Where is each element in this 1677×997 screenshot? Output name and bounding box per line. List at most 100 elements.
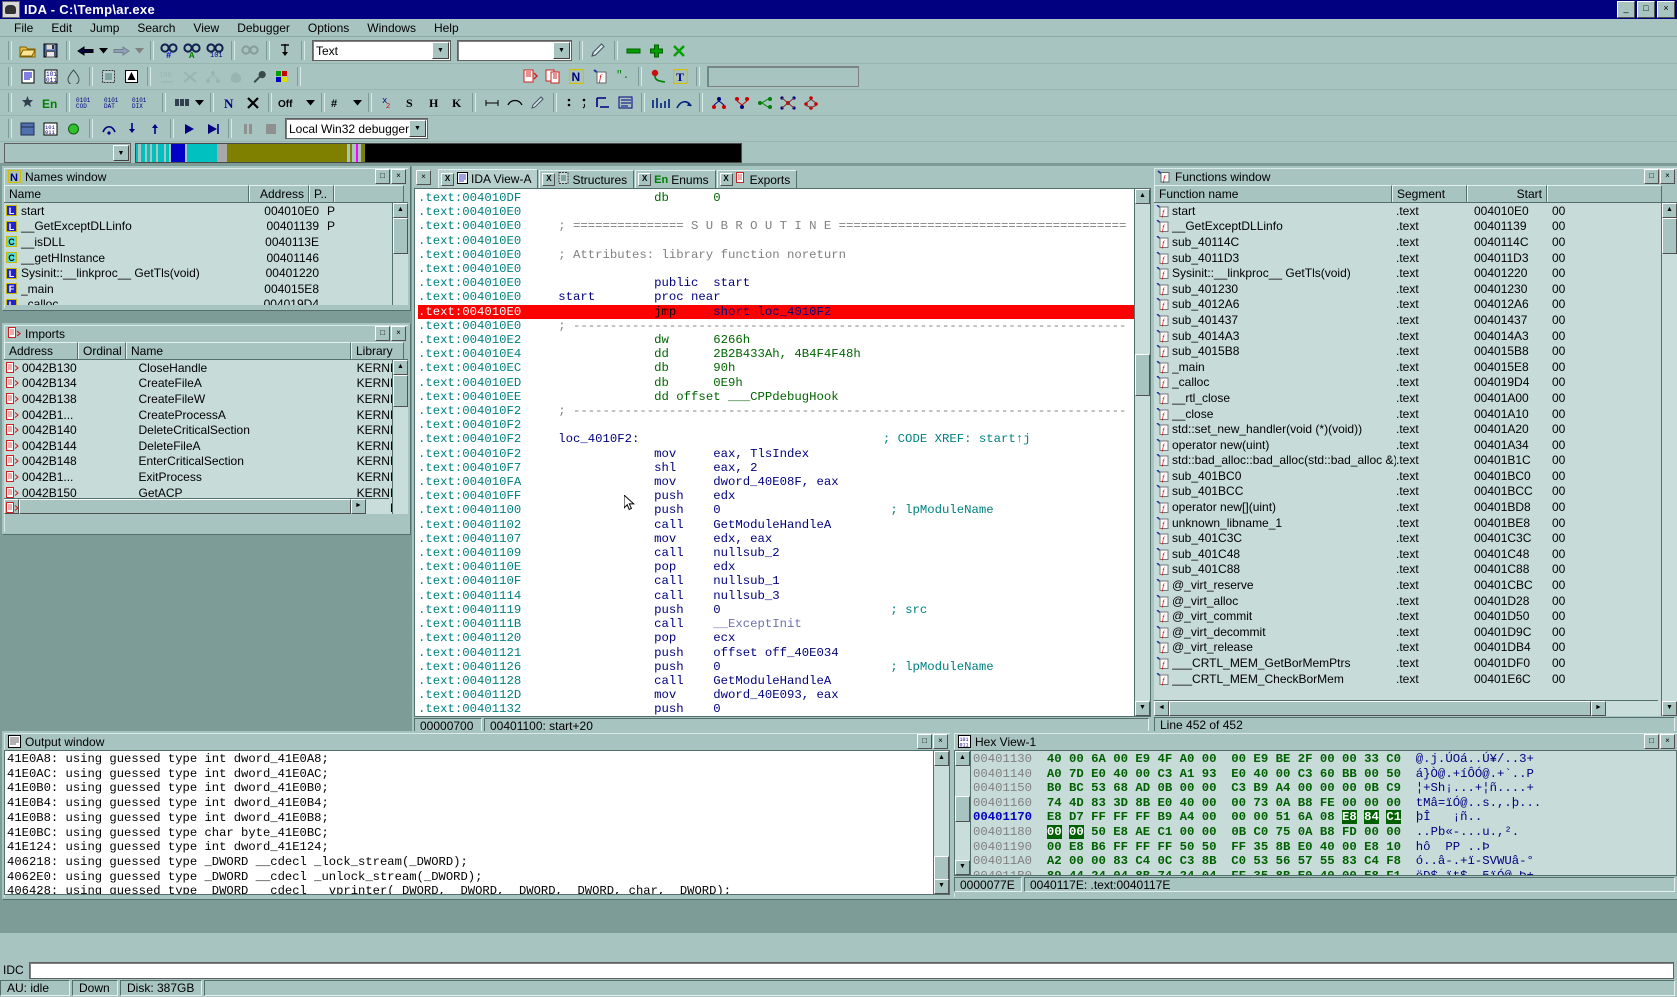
imports-hscroll-thumb[interactable]: [19, 499, 351, 514]
names-row[interactable]: C __getHInstance 00401146: [4, 250, 408, 266]
idc-input[interactable]: [29, 961, 1674, 979]
line-operands[interactable]: edx: [713, 560, 735, 574]
imports-window-titlebar[interactable]: Imports □ ×: [4, 325, 408, 342]
functions-row[interactable]: f operator new(uint) .text 00401A34 00: [1154, 437, 1677, 453]
functions-scroll-thumb[interactable]: [1662, 218, 1677, 254]
signatures-icon[interactable]: [647, 66, 668, 87]
chevron-down-icon[interactable]: ▼: [409, 120, 426, 137]
disassembly-line[interactable]: .text:004010FA mov dword_40E08F, eax: [418, 475, 1134, 489]
disassembly-line[interactable]: .text:004010EC db 90h: [418, 361, 1134, 375]
open-names-window-icon[interactable]: N: [566, 66, 587, 87]
scroll-up-icon[interactable]: ▲: [1662, 203, 1677, 218]
imports-col-library[interactable]: Library: [351, 342, 404, 359]
hex-bytes[interactable]: 00 E8 B6 FF FF FF 50 50 FF 35 8B E0 40 0…: [1047, 840, 1401, 854]
names-row[interactable]: L Sysinit::__linkproc__ GetTls(void) 00401…: [4, 265, 408, 281]
line-operands[interactable]: offset off_40E034: [713, 646, 838, 660]
char-operand-icon[interactable]: x2: [377, 92, 398, 113]
close-button[interactable]: ×: [1657, 1, 1675, 18]
functions-row[interactable]: f start .text 004010E0 00: [1154, 203, 1677, 219]
chevron-down-icon[interactable]: ▼: [432, 42, 449, 59]
disassembly-line[interactable]: .text:004010E0 ; Attributes: library fun…: [418, 248, 1134, 262]
hex-bytes[interactable]: 89 44 24 04 8B 74 24 04 FF 35 8B E0 40 0…: [1047, 869, 1401, 875]
functions-row[interactable]: f _calloc .text 004019D4 00: [1154, 375, 1677, 391]
hex-row[interactable]: 00401180 00 00 50 E8 AE C1 00 00 0B C0 7…: [973, 824, 1660, 840]
line-label[interactable]: loc_4010F2:: [558, 432, 883, 446]
save-file-icon[interactable]: [40, 40, 61, 61]
manual-operand-icon[interactable]: [481, 92, 502, 113]
navigate-back-icon[interactable]: [75, 40, 96, 61]
line-operands[interactable]: edx: [713, 489, 735, 503]
percent-icon[interactable]: 100: [156, 66, 177, 87]
hex-row[interactable]: 00401140 A0 7D E0 40 00 C3 A1 93 E0 40 0…: [973, 767, 1660, 782]
menu-item-debugger[interactable]: Debugger: [228, 20, 299, 36]
offset-icon[interactable]: Off: [277, 92, 303, 113]
colors-icon[interactable]: [271, 66, 292, 87]
remove-breakpoint-icon[interactable]: [623, 40, 644, 61]
names-row[interactable]: L __GetExceptDLLinfo 00401139 P: [4, 219, 408, 235]
functions-vscrollbar[interactable]: ▲ ▼: [1661, 203, 1677, 716]
open-exports-view-icon[interactable]: [543, 66, 564, 87]
functions-row[interactable]: f sub_401230 .text 00401230 00: [1154, 281, 1677, 297]
line-operands[interactable]: 0: [713, 660, 890, 674]
functions-row[interactable]: f @_virt_decommit .text 00401D9C 00: [1154, 624, 1677, 640]
scroll-up-icon[interactable]: ▲: [955, 751, 970, 766]
chart-icon[interactable]: [650, 92, 671, 113]
functions-row[interactable]: f sub_401C48 .text 00401C48 00: [1154, 546, 1677, 562]
functions-row[interactable]: f sub_4014A3 .text 004014A3 00: [1154, 328, 1677, 344]
search-text-icon[interactable]: A: [182, 40, 203, 61]
disassembly-line[interactable]: .text:00401126 push 0 ; lpModuleName: [418, 660, 1134, 674]
functions-maximize-button[interactable]: □: [1644, 169, 1659, 184]
tab-close-icon[interactable]: X: [542, 173, 556, 186]
menu-item-search[interactable]: Search: [128, 20, 184, 36]
names-row[interactable]: C __isDLL 0040113E: [4, 234, 408, 250]
repeat-comment-icon[interactable]: [504, 92, 525, 113]
jump-to-icon[interactable]: [275, 40, 296, 61]
line-operands[interactable]: GetModuleHandleA: [713, 518, 831, 532]
menu-item-windows[interactable]: Windows: [358, 20, 425, 36]
tab-ida-view-a[interactable]: X IDA View-A: [438, 169, 539, 188]
line-operands[interactable]: 0: [713, 503, 890, 517]
functions-row[interactable]: f operator new[](uint) .text 00401BD8 00: [1154, 499, 1677, 515]
navigate-forward-dropdown-icon[interactable]: [134, 40, 145, 61]
disassembly-scroll-thumb[interactable]: [1135, 354, 1150, 396]
menu-item-options[interactable]: Options: [299, 20, 358, 36]
array-dropdown-icon[interactable]: [194, 92, 205, 113]
line-operands[interactable]: nullsub_3: [713, 589, 779, 603]
analysis-icon[interactable]: [17, 92, 38, 113]
names-row[interactable]: L _calloc 004019D4: [4, 297, 408, 305]
hex-window-titlebar[interactable]: 101 011 Hex View-1 □ ×: [954, 733, 1677, 750]
disassembly-line[interactable]: .text:004010ED db 0E9h: [418, 376, 1134, 390]
disassembly-line[interactable]: .text:004010F2: [418, 418, 1134, 432]
functions-row[interactable]: f sub_4012A6 .text 004012A6 00: [1154, 297, 1677, 313]
output-maximize-button[interactable]: □: [917, 734, 932, 749]
disassembly-line[interactable]: .text:004010DF db 0: [418, 191, 1134, 205]
functions-row[interactable]: f std::set_new_handler(void (*)(void)) .te…: [1154, 421, 1677, 437]
disassembly-line[interactable]: .text:004010E0 start proc near: [418, 290, 1134, 304]
graph-overview-icon[interactable]: [800, 92, 821, 113]
navigate-back-dropdown-icon[interactable]: [98, 40, 109, 61]
disassembly-line[interactable]: .text:004010E0 public start: [418, 276, 1134, 290]
secondary-combo[interactable]: ▼: [457, 40, 572, 61]
functions-row[interactable]: f sub_401C88 .text 00401C88 00: [1154, 562, 1677, 578]
line-operands[interactable]: edx, eax: [713, 532, 772, 546]
scroll-down-icon[interactable]: ▼: [955, 860, 970, 875]
debugger-select-combo[interactable]: Local Win32 debugger ▼: [285, 118, 428, 139]
imports-maximize-button[interactable]: □: [375, 326, 390, 341]
hex-close-button[interactable]: ×: [1660, 734, 1675, 749]
search-binary-icon[interactable]: 101: [205, 40, 226, 61]
line-operands[interactable]: __ExceptInit: [713, 617, 802, 631]
scroll-up-icon[interactable]: ▲: [1135, 189, 1150, 204]
line-operands[interactable]: eax, 2: [713, 461, 757, 475]
functions-row[interactable]: f std::bad_alloc::bad_alloc(std::bad_allo…: [1154, 453, 1677, 469]
navigator-jump-combo[interactable]: ▼: [4, 143, 131, 163]
disassembly-line[interactable]: .text:0040112D mov dword_40E093, eax: [418, 688, 1134, 702]
output-close-button[interactable]: ×: [933, 734, 948, 749]
delete-name-icon[interactable]: [242, 92, 263, 113]
offset-dropdown-icon[interactable]: [305, 92, 316, 113]
menu-item-jump[interactable]: Jump: [81, 20, 128, 36]
imports-col-ordinal[interactable]: Ordinal: [78, 342, 126, 359]
names-vscrollbar[interactable]: ▲: [392, 203, 408, 305]
struct-offset-icon[interactable]: H: [423, 92, 444, 113]
hex-bytes[interactable]: A2 00 00 83 C4 0C C3 8B C0 53 56 57 55 8…: [1047, 854, 1401, 868]
search-hex-icon[interactable]: #: [159, 40, 180, 61]
